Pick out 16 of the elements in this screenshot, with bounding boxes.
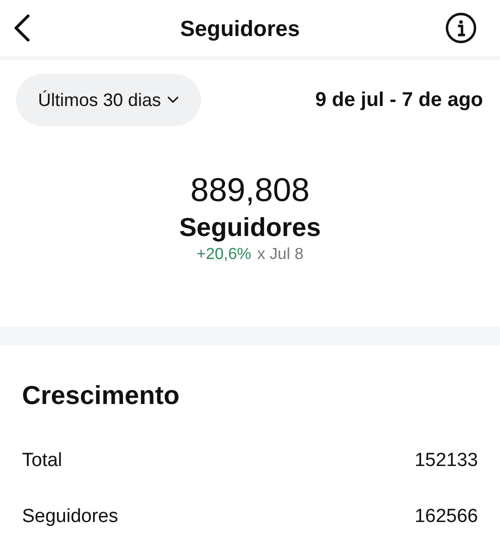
period-dropdown[interactable]: Últimos 30 dias bbox=[16, 74, 202, 126]
back-icon bbox=[12, 14, 32, 42]
metric-label: Total bbox=[22, 448, 62, 473]
metric-value: 152133 bbox=[414, 448, 478, 473]
comparison-date: x Jul 8 bbox=[257, 245, 304, 265]
page-title: Seguidores bbox=[180, 14, 300, 43]
section-title: Crescimento bbox=[22, 379, 180, 412]
follower-label: Seguidores bbox=[179, 211, 321, 244]
chevron-down-icon bbox=[167, 96, 180, 104]
change-percent: +20,6% bbox=[196, 245, 252, 265]
follower-count: 889,808 bbox=[190, 170, 310, 210]
metric-value: 162566 bbox=[414, 504, 478, 529]
info-icon bbox=[445, 12, 477, 44]
metric-label: Seguidores bbox=[22, 504, 118, 529]
info-button[interactable] bbox=[444, 11, 478, 45]
date-range: 9 de jul - 7 de ago bbox=[315, 88, 483, 113]
